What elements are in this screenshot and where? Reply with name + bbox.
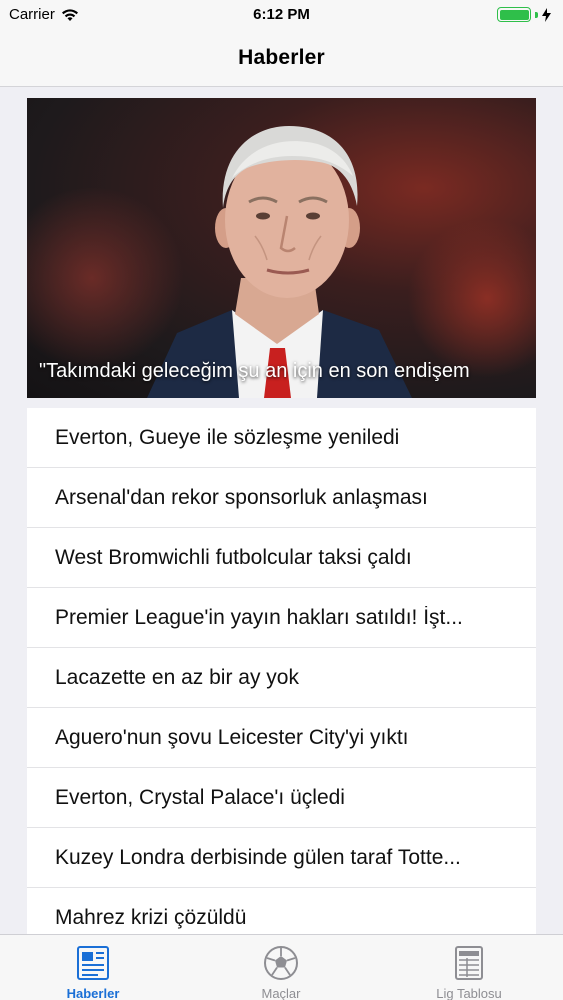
news-title: Kuzey Londra derbisinde gülen taraf Tott… (55, 845, 461, 869)
page-title: Haberler (238, 46, 325, 69)
newspaper-icon (77, 946, 109, 980)
tab-lig-tablosu[interactable]: Lig Tablosu (399, 943, 539, 1000)
battery-indicator (497, 7, 551, 22)
tab-label: Lig Tablosu (436, 986, 502, 1000)
tab-bar: Haberler Maçlar Lig Tablosu (0, 934, 563, 1000)
featured-news-photo (147, 126, 412, 398)
news-title: Mahrez krizi çözüldü (55, 905, 247, 929)
news-title: Lacazette en az bir ay yok (55, 665, 299, 689)
news-title: Everton, Crystal Palace'ı üçledi (55, 785, 345, 809)
news-title: Aguero'nun şovu Leicester City'yi yıktı (55, 725, 409, 749)
news-item[interactable]: West Bromwichli futbolcular taksi çaldı (27, 528, 536, 588)
battery-icon (497, 7, 531, 22)
news-item[interactable]: Everton, Gueye ile sözleşme yeniledi (27, 408, 536, 468)
charging-bolt-icon (542, 7, 551, 22)
news-title: West Bromwichli futbolcular taksi çaldı (55, 545, 412, 569)
news-title: Arsenal'dan rekor sponsorluk anlaşması (55, 485, 428, 509)
tab-haberler[interactable]: Haberler (23, 943, 163, 1000)
navigation-bar: Haberler (0, 30, 563, 87)
news-item[interactable]: Everton, Crystal Palace'ı üçledi (27, 768, 536, 828)
status-bar: Carrier 6:12 PM (0, 0, 563, 30)
news-item[interactable]: Kuzey Londra derbisinde gülen taraf Tott… (27, 828, 536, 888)
news-item[interactable]: Aguero'nun şovu Leicester City'yi yıktı (27, 708, 536, 768)
news-title: Premier League'in yayın hakları satıldı!… (55, 605, 463, 629)
news-item[interactable]: Mahrez krizi çözüldü (27, 888, 536, 934)
tab-maclar[interactable]: Maçlar (211, 943, 351, 1000)
status-time: 6:12 PM (253, 6, 310, 23)
featured-news-caption: "Takımdaki geleceğim şu an için en son e… (39, 360, 470, 382)
news-content[interactable]: "Takımdaki geleceğim şu an için en son e… (0, 88, 563, 934)
soccer-ball-icon (264, 946, 298, 980)
news-item[interactable]: Arsenal'dan rekor sponsorluk anlaşması (27, 468, 536, 528)
featured-news-banner[interactable]: "Takımdaki geleceğim şu an için en son e… (27, 98, 536, 398)
news-list: Everton, Gueye ile sözleşme yeniledi Ars… (27, 408, 536, 934)
news-title: Everton, Gueye ile sözleşme yeniledi (55, 425, 400, 449)
scoreboard-icon (455, 946, 483, 980)
news-item[interactable]: Lacazette en az bir ay yok (27, 648, 536, 708)
tab-label: Haberler (66, 986, 120, 1000)
news-screen: Carrier 6:12 PM Haberler "Takımdaki gele… (0, 0, 563, 1000)
news-item[interactable]: Premier League'in yayın hakları satıldı!… (27, 588, 536, 648)
tab-label: Maçlar (261, 986, 301, 1000)
